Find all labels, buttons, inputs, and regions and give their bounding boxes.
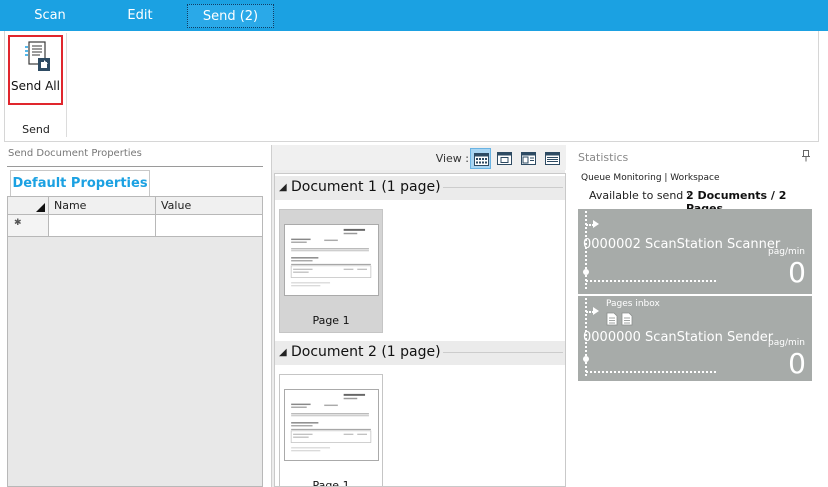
group-divider <box>66 33 67 137</box>
flow-line <box>586 280 716 282</box>
column-header-name[interactable]: Name <box>49 197 156 215</box>
station-scanner[interactable]: 0000002 ScanStation Scanner pag/min 0 <box>578 209 812 294</box>
play-arrow-icon <box>593 307 599 315</box>
page-thumbnail[interactable]: Page 1 <box>279 374 383 487</box>
document-icon <box>606 312 618 326</box>
page-label: Page 1 <box>312 314 350 327</box>
view-thumbnail-button[interactable] <box>494 148 515 169</box>
pages-inbox-label: Pages inbox <box>606 299 660 309</box>
document-title: Document 2 (1 page) <box>291 344 441 360</box>
divider <box>443 352 563 353</box>
send-documents-icon <box>25 41 50 71</box>
divider <box>443 187 563 188</box>
station-label: ScanStation Sender <box>645 330 774 345</box>
ribbon-group-label: Send <box>22 123 50 136</box>
station-name: 0000000 ScanStation Sender <box>583 330 773 345</box>
statistics-panel: Statistics Queue Monitoring | Workspace … <box>572 145 820 487</box>
collapse-triangle-icon[interactable]: ◢ <box>279 182 287 193</box>
document-title: Document 1 (1 page) <box>291 179 441 195</box>
page-label: Page 1 <box>312 479 350 487</box>
document-icon <box>621 312 633 326</box>
rate-value: 0 <box>788 347 806 380</box>
grid-header: Name Value <box>8 197 262 215</box>
view-grid-button[interactable] <box>470 148 491 169</box>
station-label: ScanStation Scanner <box>645 237 781 252</box>
cell-name[interactable] <box>49 215 156 236</box>
row-selector[interactable]: ✱ <box>8 215 49 236</box>
documents-panel: View : ◢ Document 1 (1 page) Page 1 ◢ Do… <box>271 145 566 487</box>
tab-send[interactable]: Send (2) <box>187 4 274 28</box>
document-header[interactable]: ◢ Document 1 (1 page) <box>275 176 565 200</box>
station-id: 0000000 <box>583 330 641 345</box>
table-row[interactable]: ✱ <box>8 215 262 237</box>
flow-line <box>586 371 716 373</box>
rate-value: 0 <box>788 256 806 289</box>
view-label: View : <box>435 152 469 165</box>
detail-pane-icon <box>521 152 536 165</box>
send-document-properties-panel: Send Document Properties Default Propert… <box>7 145 263 487</box>
collapse-triangle-icon[interactable]: ◢ <box>279 347 287 358</box>
document-list: ◢ Document 1 (1 page) Page 1 ◢ Document … <box>274 173 566 487</box>
tab-scan[interactable]: Scan <box>18 4 82 28</box>
send-all-button[interactable]: Send All <box>8 35 63 105</box>
corner-triangle-icon <box>36 203 45 212</box>
page-preview-icon <box>284 389 379 461</box>
column-header-value[interactable]: Value <box>156 197 262 215</box>
station-id: 0000002 <box>583 237 641 252</box>
list-icon <box>545 152 560 165</box>
play-arrow-icon <box>593 220 599 228</box>
station-sender[interactable]: Pages inbox 0000000 ScanStation Sender p… <box>578 296 812 381</box>
flow-node-icon <box>583 269 589 275</box>
view-toolbar: View : <box>272 145 566 170</box>
ribbon-panel: Send All Send <box>4 31 819 142</box>
document-header[interactable]: ◢ Document 2 (1 page) <box>275 341 565 365</box>
grid-large-icon <box>474 153 489 166</box>
cell-value[interactable] <box>156 215 262 236</box>
divider <box>7 166 263 167</box>
flow-node-icon <box>583 356 589 362</box>
ribbon-tab-bar: Scan Edit Send (2) <box>0 0 828 31</box>
properties-grid: Name Value ✱ <box>7 196 263 487</box>
station-name: 0000002 ScanStation Scanner <box>583 237 780 252</box>
panel-title: Statistics <box>578 151 629 164</box>
tab-default-properties[interactable]: Default Properties <box>10 170 150 196</box>
tab-edit[interactable]: Edit <box>108 4 172 28</box>
app-window: Scan Edit Send (2) Send All Send Send Do… <box>0 0 828 487</box>
thumbnail-icon <box>497 152 512 165</box>
panel-title: Send Document Properties <box>8 148 142 159</box>
view-detail-button[interactable] <box>518 148 539 169</box>
page-preview-icon <box>284 224 379 296</box>
page-thumbnail[interactable]: Page 1 <box>279 209 383 333</box>
pin-icon[interactable] <box>801 150 811 162</box>
queue-workspace-links[interactable]: Queue Monitoring | Workspace <box>581 173 720 183</box>
new-row-icon: ✱ <box>14 218 22 228</box>
select-all-corner[interactable] <box>8 197 49 215</box>
available-label: Available to send : <box>589 189 691 202</box>
view-list-button[interactable] <box>542 148 563 169</box>
send-all-label: Send All <box>11 79 60 93</box>
